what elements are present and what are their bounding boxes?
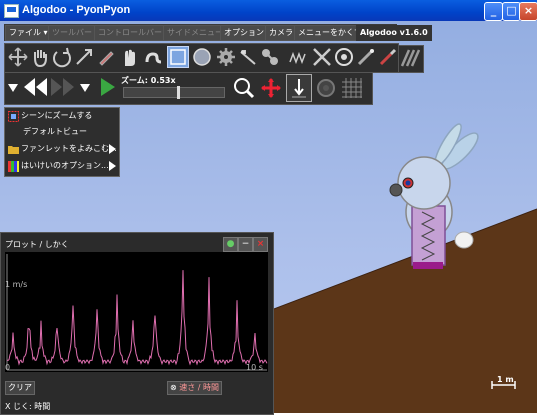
- plot-title: プロット / しかく: [5, 240, 69, 249]
- plot-y-label: 1 m/s: [5, 280, 28, 289]
- menubar: ファイル ▾ ツールバー コントロールバー サイドメニュー オプション カメラ …: [4, 24, 432, 41]
- window-title: Algodoo - PyonPyon: [22, 4, 131, 16]
- zoom-label: ズーム: 0.53x: [121, 76, 176, 85]
- gravity-toggle[interactable]: [286, 74, 312, 102]
- popup-item-label: デフォルトビュー: [23, 127, 87, 136]
- close-button[interactable]: ×: [519, 2, 537, 21]
- menu-control-bar[interactable]: コントロールバー: [94, 25, 166, 41]
- popup-item-label: ファンレットをよみこむ...: [21, 144, 117, 153]
- circle-icon[interactable]: [191, 46, 213, 68]
- gear-icon[interactable]: [215, 46, 237, 68]
- spring-icon[interactable]: [287, 46, 309, 68]
- minimize-plot-button[interactable]: −: [238, 237, 253, 252]
- move-icon[interactable]: [7, 46, 29, 68]
- menu-camera[interactable]: カメラ: [265, 25, 297, 41]
- close-plot-icon[interactable]: ×: [253, 237, 268, 252]
- rewind-icon[interactable]: [22, 75, 48, 99]
- fixate-icon[interactable]: [311, 46, 333, 68]
- chevron-down-icon[interactable]: [6, 79, 20, 97]
- scale-icon[interactable]: [73, 46, 95, 68]
- popup-item-background-options[interactable]: はいけいのオプション...: [5, 158, 119, 174]
- texture-icon[interactable]: [398, 45, 424, 73]
- scale-bar-label: 1 m: [497, 375, 514, 384]
- popup-item-label: シーンにズームする: [21, 111, 93, 120]
- grid-icon[interactable]: [340, 76, 364, 100]
- rabbit-character: [389, 123, 479, 269]
- menu-side-menu[interactable]: サイドメニュー: [163, 25, 227, 41]
- window-titlebar: Algodoo - PyonPyon _ □ ×: [0, 0, 537, 21]
- rotate-icon[interactable]: [51, 46, 73, 68]
- menu-file[interactable]: ファイル ▾: [5, 25, 52, 41]
- popup-item-label: はいけいのオプション...: [21, 161, 109, 170]
- plot-x-axis-note: X じく: 時間: [5, 402, 51, 411]
- submenu-arrow-icon: [109, 161, 116, 171]
- drag-icon[interactable]: [119, 46, 141, 68]
- plot-area[interactable]: [5, 252, 268, 372]
- drag-scene-icon[interactable]: [260, 77, 282, 99]
- zoom-slider-knob[interactable]: [177, 86, 180, 99]
- popup-item-default-view[interactable]: デフォルトビュー: [5, 124, 119, 140]
- zoom-tool-icon[interactable]: [232, 76, 256, 100]
- version-label: Algodoo v1.6.0: [356, 25, 432, 41]
- palette-icon: [8, 161, 19, 172]
- laser-icon[interactable]: [377, 46, 399, 68]
- plot-y-axis-button[interactable]: ⊗ 速さ / 時間: [167, 381, 223, 395]
- camera-popup-menu: シーンにズームする デフォルトビュー ファンレットをよみこむ... はいけいのオ…: [4, 107, 120, 177]
- zoom-scene-icon: [8, 111, 19, 122]
- plot-graph: [6, 254, 268, 371]
- axle-icon[interactable]: [333, 46, 355, 68]
- polygon-icon[interactable]: [237, 46, 259, 68]
- zoom-slider[interactable]: [123, 86, 225, 99]
- minimize-button[interactable]: _: [484, 2, 503, 21]
- air-friction-icon[interactable]: [315, 77, 337, 99]
- popup-item-zoom-scene[interactable]: シーンにズームする: [5, 108, 119, 124]
- popup-item-load-phunlet[interactable]: ファンレットをよみこむ...: [5, 141, 119, 157]
- sketch-icon[interactable]: [95, 46, 117, 68]
- plot-x-start: 0: [5, 363, 11, 372]
- plot-clear-button[interactable]: クリア: [5, 381, 35, 395]
- box-icon[interactable]: [167, 46, 189, 68]
- hand-icon[interactable]: [29, 46, 51, 68]
- toolbar: [4, 43, 399, 73]
- rope-icon[interactable]: [143, 46, 165, 68]
- thruster-icon[interactable]: [355, 46, 377, 68]
- chain-icon[interactable]: [259, 46, 281, 68]
- menu-options[interactable]: オプション: [220, 25, 268, 41]
- submenu-arrow-icon: [109, 144, 116, 154]
- plot-panel: プロット / しかく ● − × 1 m/s 0 10 s クリア ⊗ 速さ /…: [0, 232, 274, 415]
- gravity-icon: [292, 79, 306, 98]
- menu-toolbar[interactable]: ツールバー: [48, 25, 96, 41]
- play-icon[interactable]: [99, 76, 117, 98]
- plot-x-end: 10 s: [246, 363, 263, 372]
- plot-axis-close-icon: ⊗: [170, 383, 177, 392]
- plot-y-axis-label: 速さ / 時間: [179, 383, 220, 392]
- plot-series-line: [6, 270, 268, 366]
- eye-icon[interactable]: ●: [223, 237, 238, 252]
- chevron-down-icon-2[interactable]: [78, 79, 92, 97]
- app-icon: [4, 4, 19, 18]
- fast-forward-icon[interactable]: [50, 75, 76, 99]
- folder-icon: [8, 146, 19, 154]
